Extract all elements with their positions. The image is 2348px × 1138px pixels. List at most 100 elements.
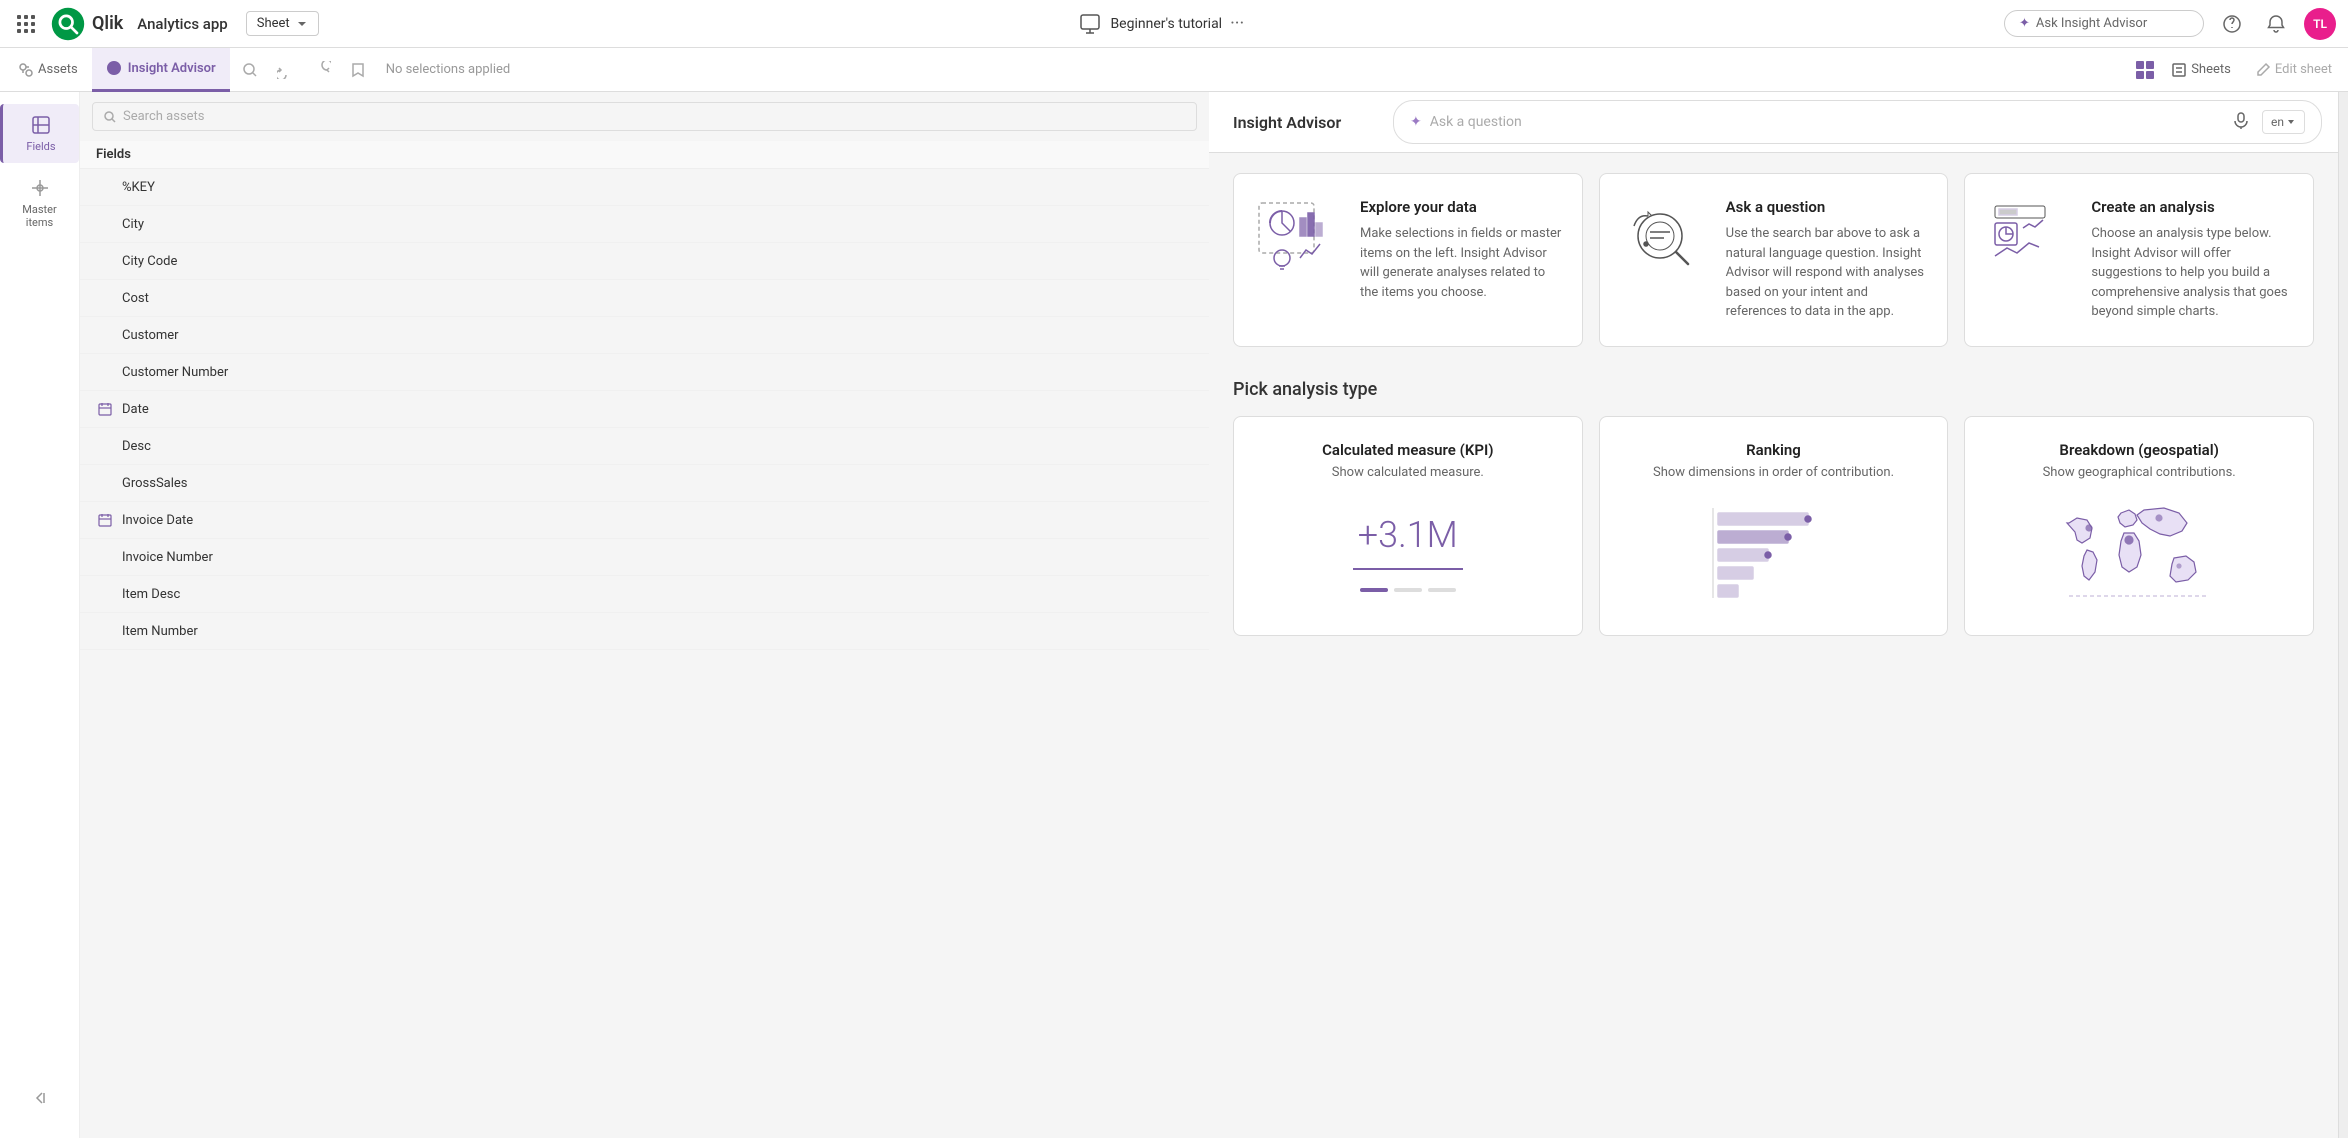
field-item[interactable]: Date: [80, 391, 1209, 428]
geospatial-analysis-card[interactable]: Breakdown (geospatial) Show geographical…: [1964, 416, 2314, 636]
assets-btn[interactable]: Assets: [8, 58, 88, 82]
field-name: Cost: [122, 291, 149, 306]
info-cards: Explore your data Make selections in fie…: [1233, 173, 2314, 347]
field-icon: [96, 363, 114, 381]
search-assets-box[interactable]: Search assets: [92, 102, 1197, 131]
calendar-icon: [96, 511, 114, 529]
insight-icon: [106, 60, 122, 76]
ask-question-card: Ask a question Use the search bar above …: [1599, 173, 1949, 347]
field-name: Customer: [122, 328, 179, 343]
edit-sheet-btn[interactable]: Edit sheet: [2247, 58, 2340, 82]
kpi-underline: [1353, 568, 1463, 570]
search-icon: [103, 110, 117, 124]
sidebar-item-fields[interactable]: Fields: [0, 104, 79, 163]
kpi-visual: +3.1M: [1254, 496, 1562, 611]
fields-section-header: Fields: [80, 141, 1209, 169]
field-name: City: [122, 217, 144, 232]
field-item[interactable]: City Code: [80, 243, 1209, 280]
ranking-visual: [1620, 496, 1928, 611]
microphone-btn[interactable]: [2228, 107, 2254, 137]
undo-btn[interactable]: [270, 54, 302, 86]
field-item[interactable]: GrossSales: [80, 465, 1209, 502]
content-header: Insight Advisor ✦ Ask a question en: [1209, 92, 2338, 153]
insight-advisor-panel-title: Insight Advisor: [1233, 113, 1341, 132]
field-name: Date: [122, 402, 149, 417]
field-icon: [96, 289, 114, 307]
assets-icon: [18, 62, 34, 78]
ask-insight-advisor-btn[interactable]: ✦ Ask Insight Advisor: [2004, 10, 2204, 37]
create-analysis-title: Create an analysis: [2091, 198, 2293, 216]
tutorial-icon: [1078, 12, 1102, 36]
explore-data-title: Explore your data: [1360, 198, 1562, 216]
analysis-section-title: Pick analysis type: [1233, 379, 2314, 400]
user-avatar[interactable]: TL: [2304, 8, 2336, 40]
create-analysis-icon: [1985, 198, 2075, 278]
field-icon: [96, 548, 114, 566]
more-options-btn[interactable]: ···: [1230, 13, 1244, 34]
field-name: Item Desc: [122, 587, 180, 602]
qlik-logo[interactable]: Qlik: [50, 6, 123, 42]
geo-title: Breakdown (geospatial): [2059, 441, 2218, 459]
field-icon: [96, 326, 114, 344]
sidebar-nav-bottom: [24, 1070, 56, 1126]
master-items-nav-icon: [29, 177, 51, 199]
sidebar-nav: Fields Master items: [0, 92, 80, 1138]
field-item[interactable]: Customer: [80, 317, 1209, 354]
nav-center: Beginner's tutorial ···: [329, 12, 1994, 36]
create-analysis-card: Create an analysis Choose an analysis ty…: [1964, 173, 2314, 347]
top-nav: Qlik Analytics app Sheet Beginner's tuto…: [0, 0, 2348, 48]
app-title: Analytics app: [137, 15, 227, 33]
search-spark-icon: ✦: [1410, 114, 1422, 130]
redo-btn[interactable]: [306, 54, 338, 86]
fields-list: %KEY City City Code Cost Customer Customer Nu…: [80, 169, 1209, 1138]
field-name: Customer Number: [122, 365, 228, 380]
field-item[interactable]: Invoice Date: [80, 502, 1209, 539]
kpi-value: +3.1M: [1358, 514, 1458, 556]
field-icon: [96, 215, 114, 233]
content-scroll: Explore your data Make selections in fie…: [1209, 153, 2338, 1138]
field-icon: [96, 585, 114, 603]
field-icon: [96, 622, 114, 640]
ranking-analysis-card[interactable]: Ranking Show dimensions in order of cont…: [1599, 416, 1949, 636]
field-icon: [96, 437, 114, 455]
insight-advisor-tab[interactable]: Insight Advisor: [92, 48, 230, 92]
notifications-btn[interactable]: [2260, 8, 2292, 40]
calendar-icon: [96, 400, 114, 418]
no-selections-label: No selections applied: [378, 62, 519, 77]
ranking-desc: Show dimensions in order of contribution…: [1653, 465, 1894, 480]
ranking-title: Ranking: [1746, 441, 1801, 459]
field-item[interactable]: Cost: [80, 280, 1209, 317]
grid-menu-icon[interactable]: [12, 10, 40, 38]
main-layout: Fields Master items Search assets Fields…: [0, 92, 2348, 1138]
sidebar-item-master-items[interactable]: Master items: [0, 167, 79, 239]
collapse-sidebar-btn[interactable]: [24, 1082, 56, 1114]
kpi-analysis-card[interactable]: Calculated measure (KPI) Show calculated…: [1233, 416, 1583, 636]
field-item[interactable]: Desc: [80, 428, 1209, 465]
sheets-btn[interactable]: Sheets: [2163, 58, 2239, 82]
kpi-desc: Show calculated measure.: [1332, 465, 1484, 480]
sheet-dropdown[interactable]: Sheet: [246, 11, 319, 36]
language-btn[interactable]: en: [2262, 110, 2305, 134]
kpi-page-active: [1360, 588, 1388, 592]
field-item[interactable]: Invoice Number: [80, 539, 1209, 576]
toolbar: Assets Insight Advisor No selections app…: [0, 48, 2348, 92]
help-btn[interactable]: [2216, 8, 2248, 40]
content-area: Insight Advisor ✦ Ask a question en: [1209, 92, 2338, 1138]
field-item[interactable]: Customer Number: [80, 354, 1209, 391]
tutorial-label: Beginner's tutorial: [1110, 16, 1222, 32]
explore-data-desc: Make selections in fields or master item…: [1360, 224, 1562, 302]
field-item[interactable]: Item Desc: [80, 576, 1209, 613]
search-btn[interactable]: [234, 54, 266, 86]
bookmark-btn[interactable]: [342, 54, 374, 86]
field-name: Invoice Number: [122, 550, 213, 565]
field-name: City Code: [122, 254, 177, 269]
fields-nav-icon: [30, 114, 52, 136]
field-item[interactable]: Item Number: [80, 613, 1209, 650]
explore-data-card: Explore your data Make selections in fie…: [1233, 173, 1583, 347]
field-item[interactable]: City: [80, 206, 1209, 243]
right-scrollbar[interactable]: [2338, 92, 2348, 1138]
field-name: %KEY: [122, 180, 155, 195]
nav-right: ✦ Ask Insight Advisor TL: [2004, 8, 2336, 40]
field-item[interactable]: %KEY: [80, 169, 1209, 206]
grid-view-btn[interactable]: [2135, 60, 2155, 80]
